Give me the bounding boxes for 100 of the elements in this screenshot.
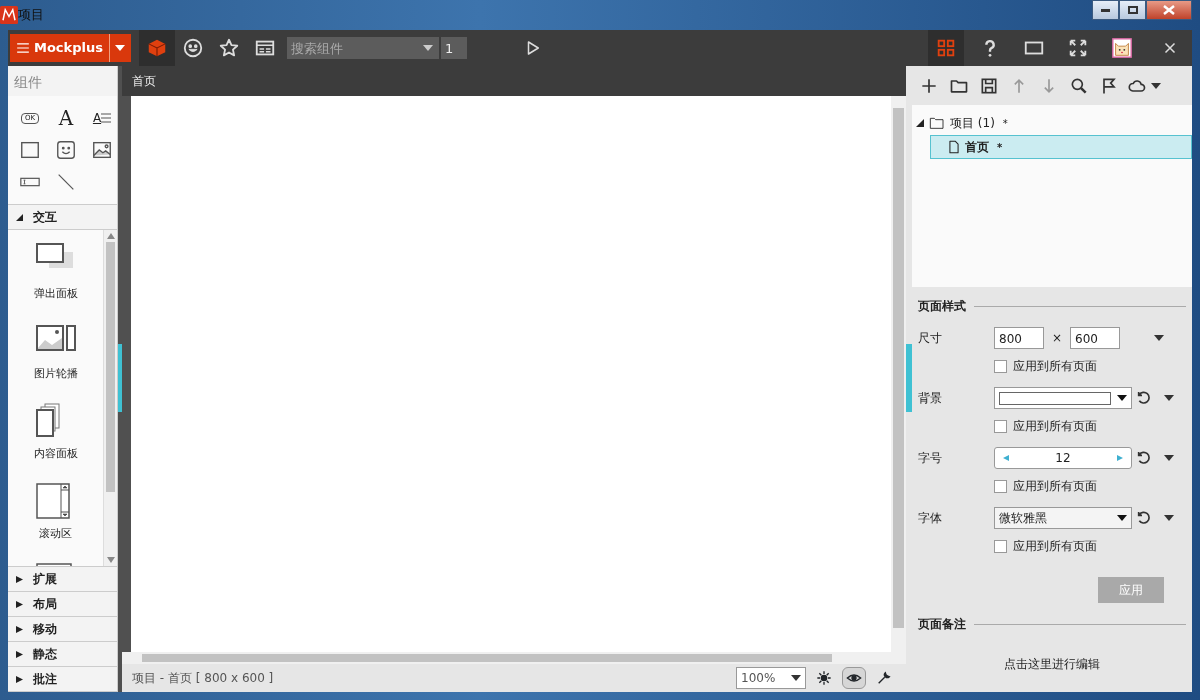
section-label: 交互 <box>33 209 57 226</box>
section-label: 批注 <box>33 671 57 688</box>
menu-button[interactable]: Mockplus <box>10 34 109 62</box>
sun-icon <box>816 670 832 686</box>
caret-icon <box>1117 395 1127 401</box>
text-lines-icon <box>101 111 112 125</box>
star-icon <box>218 37 240 59</box>
section-label: 扩展 <box>33 571 57 588</box>
tree-item[interactable]: 首页 * <box>930 135 1192 159</box>
wrench-icon <box>876 670 892 686</box>
grid-icon <box>935 37 957 59</box>
reset-icon <box>1136 390 1152 406</box>
caret-icon <box>791 675 801 681</box>
collapse-arrow-icon[interactable] <box>16 213 23 221</box>
folder-icon <box>928 115 946 131</box>
close-button[interactable] <box>1146 0 1192 20</box>
expand-arrow-icon[interactable] <box>16 675 23 683</box>
field-label: 尺寸 <box>918 330 943 347</box>
component-label: 图片轮播 <box>33 366 78 382</box>
field-label: 字号 <box>918 450 943 467</box>
rectangle-icon[interactable] <box>19 139 41 161</box>
component-label: 内容面板 <box>33 446 78 462</box>
dropdown-button[interactable] <box>109 34 131 62</box>
scrollbar[interactable] <box>122 652 906 664</box>
expand-arrow-icon[interactable] <box>16 575 23 583</box>
caret-icon <box>1164 395 1174 401</box>
image-icon[interactable] <box>91 139 113 161</box>
window-title: 项目 <box>18 6 44 25</box>
stepper-field[interactable]: 12 <box>994 447 1132 469</box>
checkbox[interactable] <box>994 479 1007 493</box>
smiley-icon[interactable] <box>55 139 77 161</box>
text-component[interactable]: A <box>58 103 74 133</box>
times-sign: × <box>1052 330 1063 347</box>
minimize-button[interactable] <box>1092 0 1119 20</box>
width-field[interactable]: 800 <box>994 327 1044 349</box>
panel-title: 组件 <box>13 73 43 92</box>
notes-hint[interactable]: 点击这里进行编辑 <box>918 655 1186 673</box>
caret-icon <box>1117 515 1127 521</box>
page-tab-title: 首页 <box>122 66 906 96</box>
scrollbar[interactable] <box>103 230 117 566</box>
checkbox-label: 应用到所有页面 <box>1013 418 1097 435</box>
checkbox[interactable] <box>994 359 1007 373</box>
scroll-down-icon <box>106 557 115 563</box>
field-label: 背景 <box>918 390 943 407</box>
expand-arrow-icon[interactable] <box>16 650 23 658</box>
checkbox[interactable] <box>994 539 1007 553</box>
color-picker[interactable] <box>994 387 1132 409</box>
fullscreen-icon <box>1067 37 1089 59</box>
height-field[interactable]: 600 <box>1070 327 1121 349</box>
maximize-button[interactable] <box>1119 0 1146 20</box>
section-title: 页面样式 <box>918 298 966 315</box>
component-label: 弹出面板 <box>33 286 78 302</box>
page-number-field[interactable]: 1 <box>441 37 467 59</box>
scrollbar[interactable] <box>891 96 906 652</box>
cat-avatar-icon <box>1111 37 1133 59</box>
paragraph-component-label[interactable]: A <box>92 109 102 127</box>
modified-marker: * <box>1002 116 1008 131</box>
splitter-handle[interactable] <box>118 344 122 412</box>
checkbox-label: 应用到所有页面 <box>1013 358 1097 375</box>
section-title: 页面备注 <box>918 616 966 633</box>
status-text: 项目 - 首页 [ 800 x 600 ] <box>132 670 274 687</box>
caret-icon <box>1164 515 1174 521</box>
expand-arrow-icon[interactable] <box>16 625 23 633</box>
caret-icon <box>1151 82 1161 89</box>
caret-icon <box>1154 335 1164 341</box>
tree-item[interactable]: 项目 (1) * <box>912 111 1192 135</box>
search-field[interactable]: 搜索组件 <box>287 37 439 59</box>
section-label: 移动 <box>33 621 57 638</box>
app-logo-icon <box>0 6 18 24</box>
smiley-icon <box>182 37 204 59</box>
minimize-icon <box>1101 8 1110 12</box>
tree-item-label: 首页 <box>965 139 989 156</box>
checkbox[interactable] <box>994 419 1007 433</box>
caret-icon <box>423 45 433 51</box>
reset-icon <box>1136 510 1152 526</box>
modified-marker: * <box>997 140 1003 155</box>
cube-icon <box>146 37 168 59</box>
expand-arrow-icon[interactable] <box>16 600 23 608</box>
maximize-icon <box>1127 6 1138 14</box>
caret-icon <box>1164 455 1174 461</box>
zoom-select[interactable]: 100% <box>736 667 806 689</box>
decrease-arrow-icon <box>1003 454 1009 462</box>
component-label: 滚动区 <box>39 526 72 542</box>
section-label: 静态 <box>33 646 57 663</box>
reset-icon <box>1136 450 1152 466</box>
field-label: 字体 <box>918 510 943 527</box>
increase-arrow-icon <box>1117 454 1123 462</box>
close-icon <box>1164 42 1176 54</box>
section-label: 布局 <box>33 596 57 613</box>
toolbar-button[interactable] <box>842 667 866 689</box>
checkbox-label: 应用到所有页面 <box>1013 538 1097 555</box>
font-select[interactable]: 微软雅黑 <box>994 507 1132 529</box>
scroll-up-icon <box>106 233 115 239</box>
splitter-handle[interactable] <box>906 344 912 412</box>
tree-item-label: 项目 (1) <box>950 115 995 132</box>
menu-icon <box>16 41 30 55</box>
document-icon <box>947 138 961 156</box>
checkbox-label: 应用到所有页面 <box>1013 478 1097 495</box>
close-icon <box>1163 5 1175 15</box>
caret-icon <box>115 45 126 51</box>
